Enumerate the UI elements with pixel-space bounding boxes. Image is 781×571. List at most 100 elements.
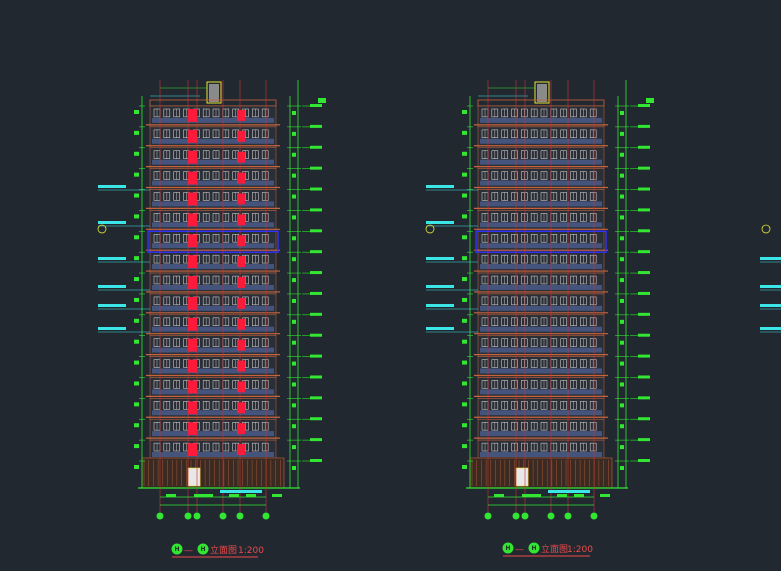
dimension-value-mark (229, 494, 239, 497)
dimension-label-mark (462, 465, 467, 469)
dimension-label-mark (620, 361, 624, 366)
level-value-mark (310, 459, 322, 462)
dimension-label-mark (462, 256, 467, 261)
dimension-label-mark (462, 193, 467, 198)
level-value-mark (310, 333, 322, 337)
axis-bubble (219, 512, 227, 520)
cad-drawing-canvas[interactable]: H — H 立面图 1:200 H — H 立面图 1:200 (0, 0, 781, 571)
dimension-label-mark (292, 361, 296, 366)
material-note (760, 327, 781, 330)
level-value-mark (638, 250, 650, 254)
red-balcony-panel (188, 443, 197, 456)
dimension-label-mark (462, 339, 467, 344)
balcony-rail (152, 117, 274, 123)
red-balcony-panel (188, 380, 197, 394)
balcony-rail (152, 138, 274, 144)
axis-bubble (564, 512, 572, 520)
red-balcony-panel (188, 296, 197, 310)
dimension-label-mark (134, 172, 139, 177)
dimension-label-mark (462, 297, 467, 302)
red-balcony-panel (237, 381, 245, 393)
dimension-label-mark (134, 318, 139, 323)
axis-bubble (184, 512, 192, 520)
level-title-mark (318, 98, 326, 103)
material-note (98, 285, 126, 288)
dimension-label-mark (134, 297, 139, 302)
axis-bubble (512, 512, 520, 520)
level-value-mark (310, 375, 322, 379)
axis-bubble (236, 512, 244, 520)
red-balcony-panel (188, 129, 197, 143)
axis-end-label: H (531, 545, 536, 552)
balcony-rail (152, 264, 274, 270)
elevation-drawings: H — H 立面图 1:200 H — H 立面图 1:200 (97, 80, 781, 558)
dimension-label-mark (292, 298, 296, 303)
red-balcony-panel (237, 318, 245, 330)
red-balcony-panel (237, 297, 245, 309)
balcony-rail (480, 347, 602, 353)
dimension-label-mark (292, 194, 296, 199)
drawing-title-left: H — H 立面图 1:200 (171, 543, 264, 558)
red-balcony-panel (237, 277, 245, 288)
dimension-label-mark (462, 235, 467, 240)
dimension-label-mark (134, 423, 139, 428)
dimension-label-mark (620, 131, 624, 136)
drawing-title-right: H — H 立面图 1:200 (502, 542, 593, 557)
balcony-rail (480, 368, 602, 374)
red-balcony-panel (188, 171, 197, 185)
red-balcony-panel (237, 110, 245, 121)
level-value-mark (638, 187, 650, 191)
red-balcony-panel (188, 255, 197, 269)
balcony-rail (152, 431, 274, 437)
level-value-mark (638, 229, 650, 233)
red-balcony-panel (237, 151, 245, 163)
red-balcony-panel (188, 192, 197, 206)
dimension-label-mark (292, 173, 296, 178)
dimension-label-mark (134, 277, 139, 282)
elevation-drawing-partial-edge (760, 224, 781, 333)
red-balcony-panel (188, 213, 197, 227)
material-note (98, 257, 126, 260)
drawing-title: 立面图 (541, 543, 568, 555)
dimension-label-mark (292, 382, 296, 387)
level-value-mark (638, 396, 650, 400)
dimension-label-mark (134, 444, 139, 449)
red-balcony-panel (237, 214, 245, 226)
balcony-rail (152, 222, 274, 228)
axis-start-label: H (174, 546, 179, 553)
dimension-label-mark (292, 215, 296, 220)
balcony-rail (480, 284, 602, 290)
dimension-value-mark (272, 494, 282, 497)
dimension-label-mark (134, 235, 139, 240)
dimension-label-mark (462, 130, 467, 135)
balcony-rail (152, 368, 274, 374)
axis-note (426, 221, 454, 224)
balcony-rail (152, 180, 274, 186)
base-note (548, 490, 590, 493)
material-note (760, 285, 781, 288)
balcony-rail (480, 452, 602, 457)
balcony-rail (152, 389, 274, 395)
dimension-label-mark (620, 152, 624, 157)
balcony-rail (480, 138, 602, 144)
axis-bubble (262, 512, 270, 520)
balcony-rail (152, 305, 274, 311)
level-value-mark (310, 354, 322, 358)
drawing-scale: 1:200 (238, 546, 264, 556)
red-balcony-panel (237, 256, 245, 268)
balcony-rail (480, 410, 602, 416)
axis-start-label: H (505, 545, 510, 552)
dimension-value-mark (494, 494, 504, 497)
dimension-label-mark (292, 424, 296, 429)
dimension-label-mark (620, 298, 624, 303)
level-value-mark (310, 312, 322, 316)
material-note (426, 327, 454, 330)
dimension-label-mark (134, 256, 139, 261)
red-balcony-panel (237, 339, 245, 351)
title-dash: — (184, 546, 193, 556)
dimension-label-mark (620, 257, 624, 262)
dimension-label-mark (134, 381, 139, 386)
red-balcony-panel (237, 130, 245, 142)
dimension-label-mark (292, 152, 296, 157)
dimension-value-mark (531, 494, 541, 497)
